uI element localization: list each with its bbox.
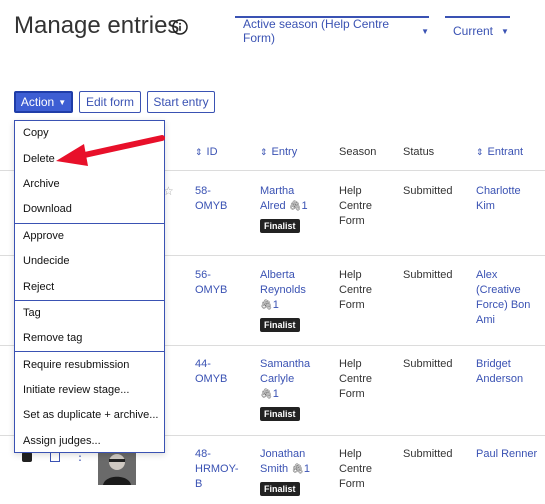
paperclip-icon: 🖇 xyxy=(260,389,273,400)
column-header-status: Status xyxy=(403,146,435,158)
edit-form-button[interactable]: Edit form xyxy=(79,91,141,113)
column-header-entry-label: Entry xyxy=(271,146,298,158)
entry-title-link[interactable]: Martha Alred 🖇1 xyxy=(260,184,308,214)
menu-item-approve[interactable]: Approve xyxy=(23,230,64,242)
page-title: Manage entries xyxy=(14,12,180,39)
entry-id-link[interactable]: 44- OMYB xyxy=(195,357,227,387)
caret-down-icon: ▼ xyxy=(58,97,67,107)
status-cell: Submitted xyxy=(403,269,453,281)
paperclip-icon: 🖇 xyxy=(260,300,273,311)
menu-item-copy[interactable]: Copy xyxy=(23,127,49,139)
entrant-link[interactable]: Bridget Anderson xyxy=(476,357,523,387)
row-checkbox[interactable] xyxy=(22,452,32,462)
entry-id-link[interactable]: 56- OMYB xyxy=(195,268,227,298)
menu-divider xyxy=(15,223,164,224)
column-header-entrant-label: Entrant xyxy=(487,146,524,158)
menu-item-archive[interactable]: Archive xyxy=(23,178,60,190)
season-cell: Help Centre Form xyxy=(339,185,373,227)
entry-title-link[interactable]: Samantha Carlyle 🖇1 xyxy=(260,357,310,402)
status-filter-dropdown[interactable]: Current ▼ xyxy=(445,16,510,44)
finalist-badge: Finalist xyxy=(260,318,300,332)
menu-item-require-resubmission[interactable]: Require resubmission xyxy=(23,359,129,371)
entry-title-link[interactable]: Alberta Reynolds 🖇1 xyxy=(260,268,306,313)
season-cell: Help Centre Form xyxy=(339,269,373,311)
row-preview-icon[interactable] xyxy=(50,452,60,462)
action-button[interactable]: Action ▼ xyxy=(14,91,73,113)
entrant-link[interactable]: Charlotte Kim xyxy=(476,184,521,214)
season-filter-dropdown[interactable]: Active season (Help Centre Form) ▼ xyxy=(235,16,429,45)
entrant-link[interactable]: Paul Renner xyxy=(476,447,537,462)
status-filter-label: Current xyxy=(453,24,494,38)
menu-item-download[interactable]: Download xyxy=(23,203,72,215)
entrant-link[interactable]: Alex (Creative Force) Bon Ami xyxy=(476,268,530,328)
menu-item-reject[interactable]: Reject xyxy=(23,281,54,293)
status-cell: Submitted xyxy=(403,185,453,197)
season-cell: Help Centre Form xyxy=(339,448,373,490)
menu-item-tag[interactable]: Tag xyxy=(23,307,41,319)
column-header-entrant[interactable]: ⇕ Entrant xyxy=(476,146,523,158)
menu-item-assign-judges[interactable]: Assign judges... xyxy=(23,435,101,447)
menu-divider xyxy=(15,300,164,301)
status-cell: Submitted xyxy=(403,358,453,370)
column-header-entry[interactable]: ⇕ Entry xyxy=(260,146,297,158)
column-header-season: Season xyxy=(339,146,377,158)
paperclip-icon: 🖇 xyxy=(288,201,302,212)
menu-divider xyxy=(15,351,164,352)
finalist-badge: Finalist xyxy=(260,407,300,421)
red-arrow-annotation xyxy=(56,135,165,166)
column-header-id[interactable]: ⇕ ID xyxy=(195,146,218,158)
menu-item-set-as-duplicate[interactable]: Set as duplicate + archive... xyxy=(23,409,158,421)
sort-icon: ⇕ xyxy=(260,147,268,157)
menu-item-initiate-review-stage[interactable]: Initiate review stage... xyxy=(23,384,129,396)
sort-icon: ⇕ xyxy=(195,147,203,157)
menu-item-undecide[interactable]: Undecide xyxy=(23,255,69,267)
info-icon[interactable] xyxy=(172,19,188,35)
action-button-label: Action xyxy=(20,95,55,109)
column-header-id-label: ID xyxy=(206,146,218,158)
finalist-badge: Finalist xyxy=(260,219,300,233)
start-entry-button[interactable]: Start entry xyxy=(147,91,215,113)
status-cell: Submitted xyxy=(403,448,453,460)
finalist-badge: Finalist xyxy=(260,482,300,496)
season-filter-label: Active season (Help Centre Form) xyxy=(243,17,390,45)
caret-down-icon: ▼ xyxy=(501,26,509,36)
caret-down-icon: ▼ xyxy=(421,26,429,36)
entry-id-link[interactable]: 58- OMYB xyxy=(195,184,227,214)
entry-title-link[interactable]: Jonathan Smith 🖇1 xyxy=(260,447,310,477)
entry-id-link[interactable]: 48- HRMOY- B xyxy=(195,447,239,492)
menu-item-remove-tag[interactable]: Remove tag xyxy=(23,332,82,344)
paperclip-icon: 🖇 xyxy=(291,464,304,475)
season-cell: Help Centre Form xyxy=(339,358,373,400)
sort-icon: ⇕ xyxy=(476,147,484,157)
